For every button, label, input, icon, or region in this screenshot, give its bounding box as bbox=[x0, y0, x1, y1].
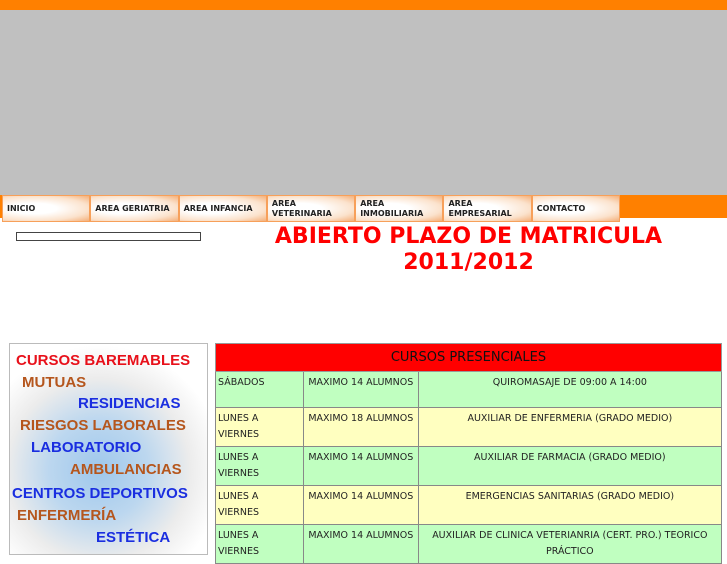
schedule-cell: LUNES A VIERNES bbox=[215, 524, 304, 564]
promo-text: RIESGOS LABORALES bbox=[20, 417, 186, 434]
schedule-cell: LUNES A VIERNES bbox=[215, 446, 304, 486]
title-line2: 2011/2012 bbox=[403, 250, 534, 275]
table-row: LUNES A VIERNES MAXIMO 18 ALUMNOS AUXILIAR… bbox=[215, 407, 723, 447]
promo-text: ENFERMERÍA bbox=[17, 507, 117, 524]
promo-text: CENTROS DEPORTIVOS bbox=[12, 485, 188, 502]
table-row: LUNES A VIERNES MAXIMO 14 ALUMNOS AUXILIAR… bbox=[215, 446, 723, 486]
course-cell: AUXILIAR DE ENFERMERIA (GRADO MEDIO) bbox=[417, 407, 723, 447]
course-cell: QUIROMASAJE DE 09:00 A 14:00 bbox=[417, 371, 723, 408]
title-line1: ABIERTO PLAZO DE MATRICULA bbox=[274, 224, 663, 249]
nav-area-veterinaria[interactable]: AREA VETERINARIA bbox=[266, 195, 356, 222]
promo-text: AMBULANCIAS bbox=[70, 461, 182, 478]
top-bar bbox=[0, 0, 727, 10]
course-cell: AUXILIAR DE CLINICA VETERIANRIA (CERT. P… bbox=[417, 524, 723, 564]
promo-text: CURSOS BAREMABLES bbox=[16, 352, 191, 369]
course-cell: EMERGENCIAS SANITARIAS (GRADO MEDIO) bbox=[417, 485, 723, 525]
promo-text: RESIDENCIAS bbox=[78, 395, 181, 412]
banner bbox=[0, 10, 727, 195]
table-row: LUNES A VIERNES MAXIMO 14 ALUMNOS EMERGENC… bbox=[215, 485, 723, 525]
nav-inicio[interactable]: INICIO bbox=[2, 195, 91, 222]
schedule-cell: SÁBADOS bbox=[215, 371, 304, 408]
table-row: LUNES A VIERNES MAXIMO 14 ALUMNOS AUXILIAR… bbox=[215, 524, 723, 564]
promo-text: LABORATORIO bbox=[31, 439, 142, 456]
page-title: ABIERTO PLAZO DE MATRICULA 2011/2012 bbox=[215, 224, 722, 276]
capacity-cell: MAXIMO 14 ALUMNOS bbox=[302, 524, 419, 564]
main-nav: INICIO AREA GERIATRIA AREA INFANCIA AREA… bbox=[2, 195, 621, 222]
nav-area-empresarial[interactable]: AREA EMPRESARIAL bbox=[443, 195, 532, 222]
empty-box bbox=[16, 232, 201, 241]
capacity-cell: MAXIMO 14 ALUMNOS bbox=[302, 485, 419, 525]
promo-text: MUTUAS bbox=[22, 374, 87, 391]
promo-image: CURSOS BAREMABLES MUTUAS RESIDENCIAS RIESGO… bbox=[9, 343, 208, 555]
promo-text: ESTÉTICA bbox=[96, 529, 171, 546]
capacity-cell: MAXIMO 14 ALUMNOS bbox=[302, 446, 419, 486]
course-cell: AUXILIAR DE FARMACIA (GRADO MEDIO) bbox=[417, 446, 723, 486]
nav-area-infancia[interactable]: AREA INFANCIA bbox=[178, 195, 267, 222]
schedule-cell: LUNES A VIERNES bbox=[215, 407, 304, 447]
nav-contacto[interactable]: CONTACTO bbox=[531, 195, 621, 222]
nav-area-inmobiliaria[interactable]: AREA INMOBILIARIA bbox=[355, 195, 444, 222]
table-header: CURSOS PRESENCIALES bbox=[215, 343, 722, 372]
courses-table: CURSOS PRESENCIALES SÁBADOS MAXIMO 14 ALU… bbox=[215, 343, 723, 564]
nav-area-geriatria[interactable]: AREA GERIATRIA bbox=[90, 195, 179, 222]
table-row: SÁBADOS MAXIMO 14 ALUMNOS QUIROMASAJE DE 0… bbox=[215, 371, 723, 408]
schedule-cell: LUNES A VIERNES bbox=[215, 485, 304, 525]
capacity-cell: MAXIMO 18 ALUMNOS bbox=[302, 407, 419, 447]
capacity-cell: MAXIMO 14 ALUMNOS bbox=[302, 371, 419, 408]
